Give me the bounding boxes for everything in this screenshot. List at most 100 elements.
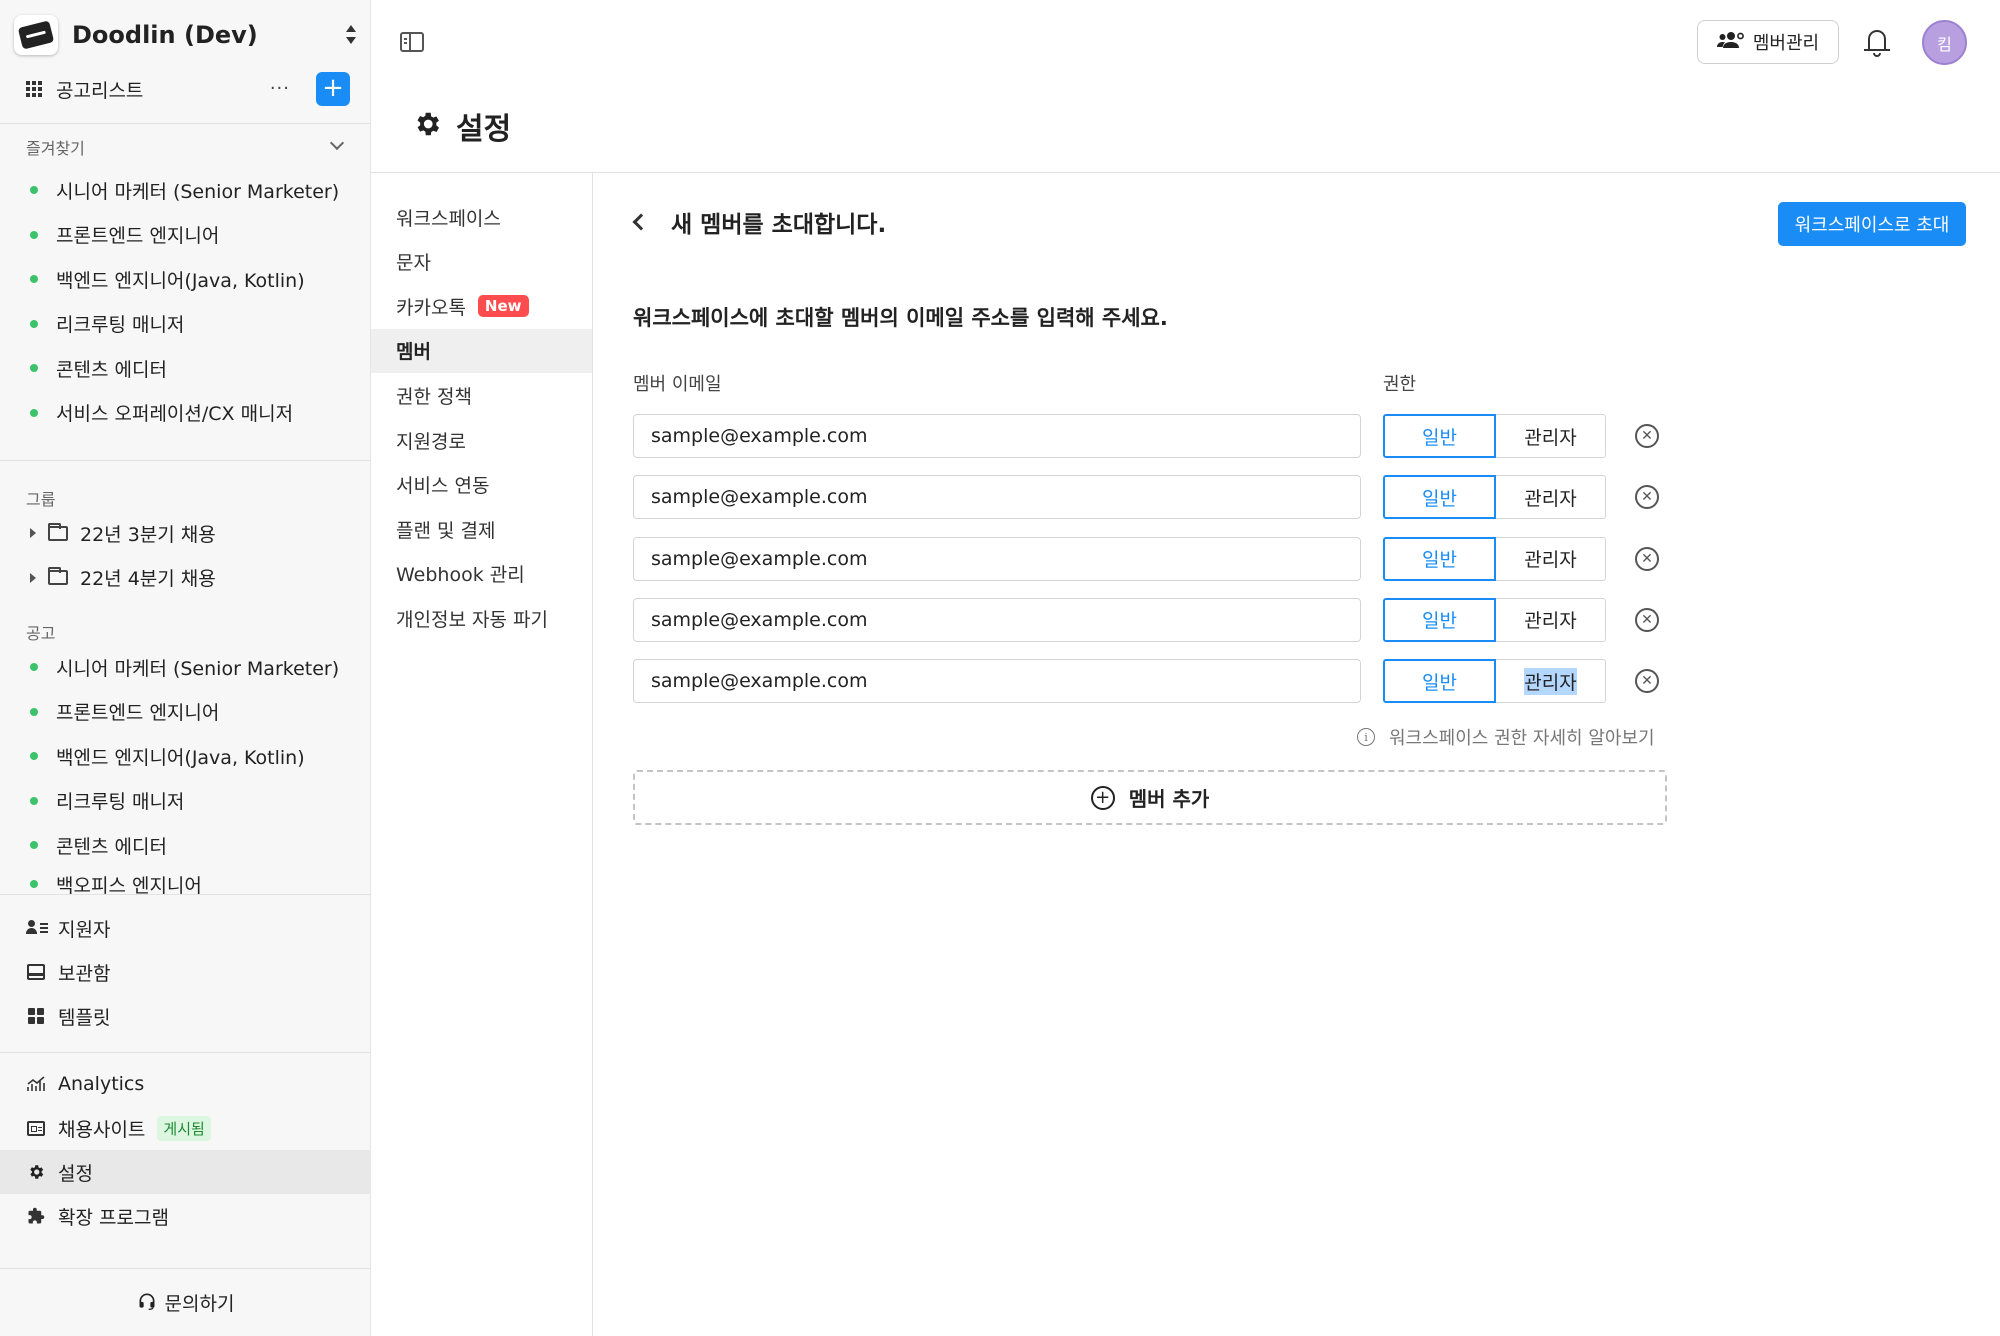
sidebar-item-archive[interactable]: 보관함: [0, 950, 371, 994]
gear-icon: [26, 1162, 46, 1182]
role-admin-option[interactable]: 관리자: [1496, 414, 1606, 458]
settings-nav-item[interactable]: 서비스 연동: [371, 463, 592, 507]
contact-us-label: 문의하기: [164, 1293, 235, 1315]
sidebar-favorite-item[interactable]: 콘텐츠 에디터: [30, 352, 167, 384]
settings-nav-label: 카카오톡: [396, 296, 466, 319]
member-email-input[interactable]: [633, 597, 1361, 642]
settings-nav-item[interactable]: 멤버: [371, 328, 592, 373]
posting-label: 백오피스 엔지니어: [56, 874, 202, 895]
member-email-input[interactable]: [633, 536, 1361, 581]
sidebar-favorite-item[interactable]: 프론트엔드 엔지니어: [30, 219, 219, 251]
invite-row: 일반 관리자 ✕: [633, 597, 1663, 642]
sidebar-item-templates[interactable]: 템플릿: [0, 994, 371, 1038]
group-label: 22년 3분기 채용: [80, 523, 216, 546]
sidebar-item-label: 보관함: [58, 962, 111, 985]
sidebar-posting-item[interactable]: 리크루팅 매니저: [30, 785, 184, 817]
back-chevron-icon[interactable]: [632, 213, 650, 231]
sidebar-favorite-item[interactable]: 시니어 마케터 (Senior Marketer): [30, 174, 339, 206]
member-email-input[interactable]: [633, 475, 1361, 520]
bell-icon[interactable]: [1864, 28, 1890, 58]
settings-nav-item[interactable]: 문자: [371, 240, 592, 284]
template-grid-icon: [26, 1006, 46, 1026]
invite-row: 일반 관리자 ✕: [633, 475, 1663, 520]
sidebar-posting-item[interactable]: 백엔드 엔지니어(Java, Kotlin): [30, 740, 305, 772]
published-badge: 게시됨: [157, 1115, 211, 1141]
workspace-switcher[interactable]: Doodlin (Dev): [14, 14, 359, 56]
remove-circle-x-icon[interactable]: ✕: [1635, 546, 1659, 571]
workspace-permission-help-link[interactable]: i 워크스페이스 권한 자세히 알아보기: [1357, 724, 1655, 750]
invite-to-workspace-button[interactable]: 워크스페이스로 초대: [1778, 202, 1966, 246]
role-general-option[interactable]: 일반: [1383, 414, 1496, 458]
sidebar-posting-item[interactable]: 시니어 마케터 (Senior Marketer): [30, 651, 339, 683]
sidebar-item-label: 채용사이트: [58, 1118, 146, 1141]
chevron-down-icon[interactable]: [329, 135, 345, 151]
page-title-text: 설정: [456, 112, 512, 147]
role-admin-option[interactable]: 관리자: [1496, 597, 1606, 642]
sidebar-posting-item[interactable]: 콘텐츠 에디터: [30, 829, 167, 861]
member-email-input[interactable]: [633, 659, 1361, 704]
sidebar-item-label: 설정: [58, 1162, 93, 1185]
help-link-label: 워크스페이스 권한 자세히 알아보기: [1389, 728, 1655, 749]
role-general-option[interactable]: 일반: [1383, 659, 1496, 704]
settings-nav-label: 멤버: [396, 341, 431, 364]
sidebar-item-label: 지원자: [58, 918, 111, 941]
settings-nav-item[interactable]: 권한 정책: [371, 373, 592, 417]
add-member-label: 멤버 추가: [1128, 787, 1210, 811]
job-list-label: 공고리스트: [56, 79, 144, 102]
sidebar-toggle-icon[interactable]: [400, 32, 424, 52]
status-dot-icon: [30, 752, 38, 760]
settings-nav-item[interactable]: 카카오톡 New: [371, 284, 592, 328]
role-admin-option[interactable]: 관리자: [1496, 536, 1606, 581]
sidebar-item-job-list[interactable]: 공고리스트 ··· +: [26, 72, 350, 106]
sidebar-item-settings[interactable]: 설정: [0, 1150, 371, 1194]
add-member-button[interactable]: + 멤버 추가: [633, 770, 1667, 825]
member-manage-button[interactable]: 멤버관리: [1697, 20, 1839, 64]
settings-nav-item[interactable]: 지원경로: [371, 418, 592, 462]
posting-label: 리크루팅 매니저: [56, 791, 185, 813]
sidebar-item-career-site[interactable]: 채용사이트 게시됨: [0, 1106, 371, 1150]
caret-right-icon[interactable]: [30, 528, 36, 538]
gear-icon: [412, 109, 442, 143]
status-dot-icon: [30, 841, 38, 849]
role-column-header: 권한: [1383, 374, 1417, 395]
sidebar-group-item[interactable]: 22년 4분기 채용: [30, 562, 216, 594]
remove-circle-x-icon[interactable]: ✕: [1635, 669, 1659, 694]
role-admin-option[interactable]: 관리자: [1496, 659, 1606, 704]
remove-circle-x-icon[interactable]: ✕: [1635, 485, 1659, 510]
role-toggle: 일반 관리자: [1383, 659, 1606, 704]
person-list-icon: [26, 918, 48, 938]
caret-right-icon[interactable]: [30, 572, 36, 583]
settings-nav-label: 지원경로: [396, 430, 466, 453]
remove-circle-x-icon[interactable]: ✕: [1635, 607, 1659, 632]
sidebar-favorite-item[interactable]: 서비스 오퍼레이션/CX 매니저: [30, 397, 293, 429]
contact-us-button[interactable]: 문의하기: [0, 1268, 371, 1336]
settings-nav-item[interactable]: 개인정보 자동 파기: [371, 596, 592, 640]
avatar[interactable]: 킴: [1922, 20, 1967, 65]
role-general-option[interactable]: 일반: [1383, 597, 1496, 642]
sort-updown-icon[interactable]: [343, 21, 359, 49]
remove-circle-x-icon[interactable]: ✕: [1635, 424, 1659, 448]
sidebar-posting-item[interactable]: 백오피스 엔지니어: [30, 868, 202, 894]
role-general-option[interactable]: 일반: [1383, 536, 1496, 581]
sidebar-group-item[interactable]: 22년 3분기 채용: [30, 517, 216, 549]
workspace-name: Doodlin (Dev): [72, 21, 258, 49]
member-email-input[interactable]: [633, 414, 1361, 458]
settings-nav-item[interactable]: Webhook 관리: [371, 552, 592, 596]
invite-row: 일반 관리자 ✕: [633, 414, 1663, 458]
sidebar-item-analytics[interactable]: Analytics: [0, 1062, 371, 1106]
sidebar-item-extensions[interactable]: 확장 프로그램: [0, 1194, 371, 1238]
sidebar-favorite-item[interactable]: 백엔드 엔지니어(Java, Kotlin): [30, 263, 305, 295]
role-toggle: 일반 관리자: [1383, 414, 1606, 458]
role-admin-option[interactable]: 관리자: [1496, 475, 1606, 520]
role-general-option[interactable]: 일반: [1383, 475, 1496, 520]
status-dot-icon: [30, 707, 38, 716]
sidebar-item-applicants[interactable]: 지원자: [0, 906, 371, 950]
headset-icon: [137, 1291, 157, 1315]
status-dot-icon: [30, 275, 38, 283]
more-icon[interactable]: ···: [270, 78, 290, 99]
settings-nav-item[interactable]: 워크스페이스: [371, 195, 592, 239]
settings-nav-item[interactable]: 플랜 및 결제: [371, 507, 592, 551]
sidebar-favorite-item[interactable]: 리크루팅 매니저: [30, 308, 184, 340]
add-job-button[interactable]: +: [316, 72, 350, 106]
sidebar-posting-item[interactable]: 프론트엔드 엔지니어: [30, 696, 219, 728]
